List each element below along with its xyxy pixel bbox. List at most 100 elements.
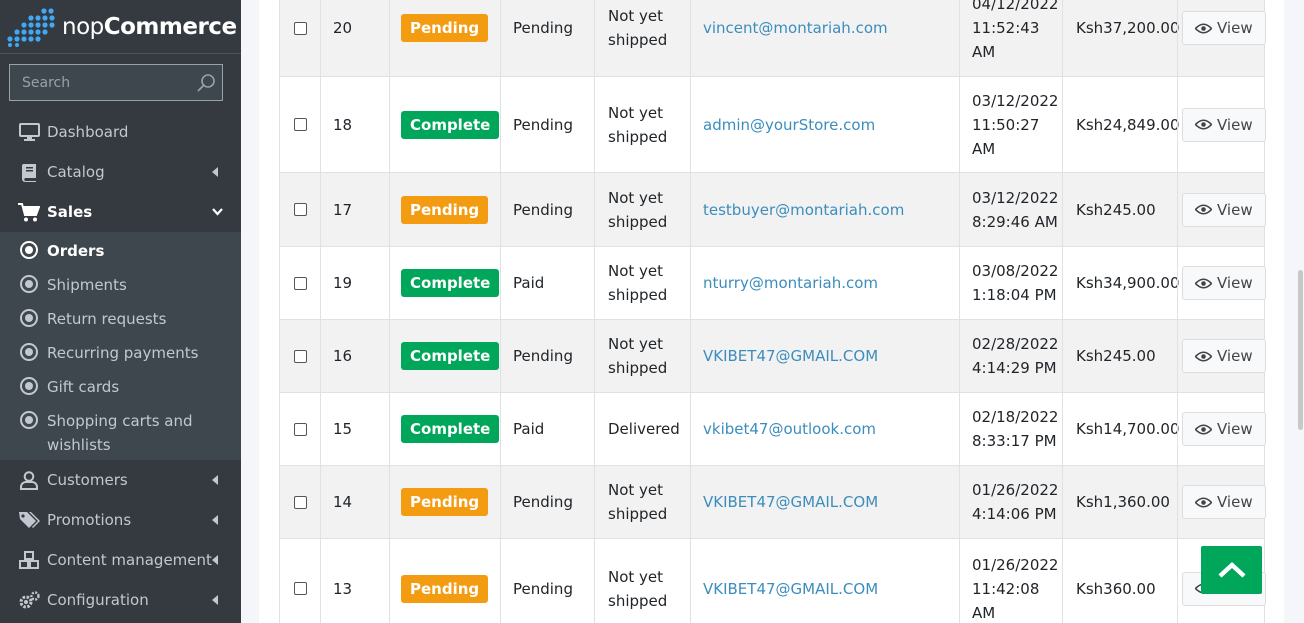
eye-icon xyxy=(1195,496,1212,508)
shipping-status-line: Not yet xyxy=(608,481,664,499)
search-icon[interactable] xyxy=(196,73,216,93)
view-cell: View xyxy=(1177,466,1266,538)
order-status-cell: Pending xyxy=(389,539,500,623)
chevron-left-icon xyxy=(212,515,218,525)
brand[interactable]: nopCommerce xyxy=(0,0,241,54)
view-button-label: View xyxy=(1217,115,1253,134)
row-checkbox[interactable] xyxy=(293,118,307,131)
view-button[interactable]: View xyxy=(1182,107,1266,142)
order-total: Ksh245.00 xyxy=(1076,347,1156,365)
customer-email-cell: VKIBET47@GMAIL.COM xyxy=(690,320,959,392)
view-button-label: View xyxy=(1217,493,1253,511)
sidebar-item-shopping-carts[interactable]: Shopping carts and wishlists xyxy=(0,411,241,455)
table-row: 13 Pending Pending Not yet shipped VKIBET… xyxy=(279,539,1266,623)
row-checkbox[interactable] xyxy=(293,21,307,35)
sidebar-item-shipments[interactable]: Shipments xyxy=(0,275,241,295)
row-checkbox[interactable] xyxy=(293,349,307,363)
view-button[interactable]: View xyxy=(1182,412,1266,446)
brand-name-bold: Commerce xyxy=(103,13,237,40)
sidebar-item-catalog[interactable]: Catalog xyxy=(0,160,241,184)
created-on-cell: 03/12/2022 11:50:27 AM xyxy=(959,77,1062,172)
table-row: 15 Complete Paid Delivered vkibet47@outl… xyxy=(279,393,1266,466)
order-number-cell: 16 xyxy=(320,320,389,392)
row-checkbox[interactable] xyxy=(293,276,307,290)
shipping-status-line: Not yet xyxy=(608,188,664,207)
sidebar-item-gift-cards[interactable]: Gift cards xyxy=(0,377,241,397)
customer-email-link[interactable]: nturry@montariah.com xyxy=(703,274,878,292)
created-on-line: 4:14:06 PM xyxy=(972,505,1057,523)
sidebar-item-label: Shopping carts and xyxy=(47,412,193,430)
row-checkbox[interactable] xyxy=(293,495,307,509)
shipping-status-line: Not yet xyxy=(608,335,664,353)
order-number: 17 xyxy=(333,200,353,219)
view-button[interactable]: View xyxy=(1182,339,1266,373)
chevron-left-icon xyxy=(212,167,218,177)
order-total: Ksh37,200.00 xyxy=(1076,19,1180,37)
sales-submenu: Orders Shipments Return requests Recurri… xyxy=(0,232,241,460)
view-button[interactable]: View xyxy=(1182,192,1266,227)
sidebar-item-configuration[interactable]: Configuration xyxy=(0,588,241,612)
vertical-scrollbar[interactable] xyxy=(1298,270,1303,430)
sidebar-item-label: Catalog xyxy=(47,163,105,181)
view-button[interactable]: View xyxy=(1182,485,1266,519)
order-number: 15 xyxy=(333,420,353,438)
tags-icon xyxy=(18,510,40,530)
customer-email-link[interactable]: vincent@montariah.com xyxy=(703,19,888,37)
order-status-badge: Pending xyxy=(401,574,489,603)
payment-status-cell: Pending xyxy=(500,539,594,623)
sidebar-item-return-requests[interactable]: Return requests xyxy=(0,309,241,329)
shipping-status-cell: Not yet shipped xyxy=(594,0,690,76)
customer-email-cell: VKIBET47@GMAIL.COM xyxy=(690,539,959,623)
row-checkbox[interactable] xyxy=(293,203,307,216)
sidebar-item-dashboard[interactable]: Dashboard xyxy=(0,120,241,144)
shipping-status-cell: Not yet shipped xyxy=(594,539,690,623)
chevron-left-icon xyxy=(212,475,218,485)
payment-status: Pending xyxy=(513,493,573,511)
view-button[interactable]: View xyxy=(1182,11,1266,45)
payment-status-cell: Pending xyxy=(500,466,594,538)
order-number-cell: 13 xyxy=(320,539,389,623)
order-total-cell: Ksh245.00 xyxy=(1062,320,1177,392)
view-button[interactable]: View xyxy=(1182,266,1266,300)
circle-dot-icon xyxy=(20,377,38,395)
sidebar-item-customers[interactable]: Customers xyxy=(0,468,241,492)
customer-email-link[interactable]: VKIBET47@GMAIL.COM xyxy=(703,493,878,511)
payment-status: Pending xyxy=(513,579,573,598)
view-cell: View xyxy=(1177,173,1266,246)
customer-email-link[interactable]: admin@yourStore.com xyxy=(703,116,875,134)
cubes-icon xyxy=(18,550,40,570)
row-checkbox[interactable] xyxy=(293,422,307,436)
sidebar-item-label: Sales xyxy=(47,203,93,221)
customer-email-link[interactable]: VKIBET47@GMAIL.COM xyxy=(703,580,878,598)
view-button-label: View xyxy=(1217,347,1253,365)
sidebar-item-label: Orders xyxy=(47,242,105,260)
customer-email-cell: testbuyer@montariah.com xyxy=(690,173,959,246)
sidebar-item-promotions[interactable]: Promotions xyxy=(0,508,241,532)
row-checkbox[interactable] xyxy=(293,582,307,595)
customer-email-link[interactable]: vkibet47@outlook.com xyxy=(703,420,876,438)
search-input[interactable] xyxy=(22,74,192,91)
order-status-cell: Pending xyxy=(389,466,500,538)
eye-icon xyxy=(1195,204,1212,215)
order-status-cell: Complete xyxy=(389,393,500,465)
customer-email-link[interactable]: VKIBET47@GMAIL.COM xyxy=(703,347,878,365)
sidebar-item-sales[interactable]: Sales xyxy=(0,200,241,224)
created-on-line: 8:33:17 PM xyxy=(972,432,1057,450)
sidebar-item-orders[interactable]: Orders xyxy=(0,241,241,261)
sidebar-item-recurring-payments[interactable]: Recurring payments xyxy=(0,343,241,363)
sidebar-item-label: Recurring payments xyxy=(47,344,199,362)
order-total: Ksh34,900.00 xyxy=(1076,274,1180,292)
order-status-badge: Complete xyxy=(401,342,500,370)
sidebar: nopCommerce Dashboard Catalog Sales xyxy=(0,0,241,623)
order-number-cell: 15 xyxy=(320,393,389,465)
checkbox-cell xyxy=(279,77,320,172)
shipping-status-cell: Not yet shipped xyxy=(594,173,690,246)
customer-email-link[interactable]: testbuyer@montariah.com xyxy=(703,201,904,219)
view-cell: View xyxy=(1177,247,1266,319)
sidebar-item-content-management[interactable]: Content management xyxy=(0,548,241,572)
order-number: 13 xyxy=(333,579,353,598)
order-number-cell: 19 xyxy=(320,247,389,319)
sidebar-search xyxy=(9,64,223,101)
scroll-to-top-button[interactable] xyxy=(1201,546,1262,594)
payment-status-cell: Paid xyxy=(500,247,594,319)
